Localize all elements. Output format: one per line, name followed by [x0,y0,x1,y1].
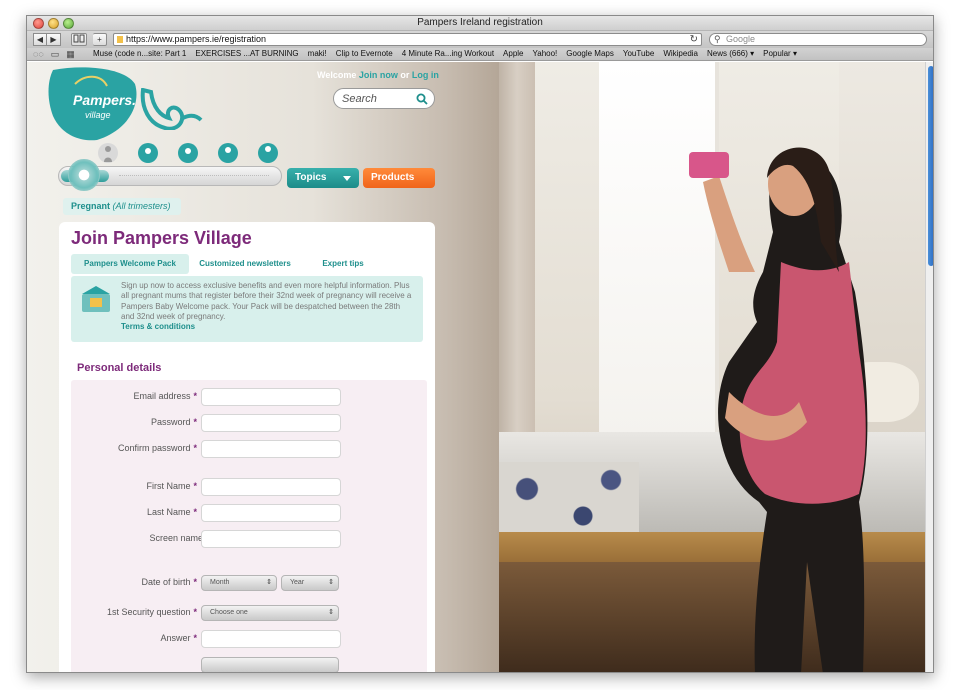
pregnancy-stage-icon[interactable] [97,142,119,164]
open-book-icon[interactable]: ▭ [51,49,60,60]
join-now-link[interactable]: Join now [359,70,398,80]
confirm-password-field[interactable] [201,440,341,458]
search-icon[interactable] [416,93,428,105]
terms-conditions-link[interactable]: Terms & conditions [121,322,195,331]
pampers-village-logo[interactable]: Pampers. village [45,64,145,142]
top-sites-grid-icon[interactable]: ▦ [66,49,75,60]
forward-button[interactable]: ▶ [47,33,61,46]
bookmark-item[interactable]: EXERCISES ...AT BURNING [195,49,298,58]
current-stage-label: Pregnant (All trimesters) [63,198,181,215]
tab-expert-tips[interactable]: Expert tips [315,254,371,274]
logo-subtext: village [85,110,111,120]
bookmark-item[interactable]: maki! [308,49,327,58]
birth-month-select[interactable]: Month ⇕ [201,575,277,591]
bookmark-item[interactable]: Google Maps [566,49,614,58]
security-question-label: 1st Security question * [106,607,197,617]
pregnant-woman-figure [689,147,868,672]
hero-photo [499,62,925,672]
window-title: Pampers Ireland registration [417,17,543,28]
first-name-field[interactable] [201,478,341,496]
chevron-down-icon [343,176,351,181]
bookmarks-bar: ◌◌ ▭ ▦ Muse (code n...site: Part 1 EXERC… [27,48,933,61]
welcome-text: Welcome [317,70,357,80]
toddler-stage-icon[interactable] [217,142,239,164]
stage-subtext: (All trimesters) [112,201,171,211]
account-links: Welcome Join now or Log in [317,70,439,80]
personal-details-heading: Personal details [77,362,162,374]
bookmark-item[interactable]: Wikipedia [663,49,698,58]
village-heart-symbol-icon [140,88,203,130]
email-label: Email address * [133,391,197,401]
address-bar[interactable]: https://www.pampers.ie/registration ↻ [113,33,702,46]
first-name-label: First Name * [146,481,197,491]
add-bookmark-button[interactable]: + [93,33,107,46]
google-search-field[interactable]: ⚲ Google [709,33,927,46]
answer-field[interactable] [201,630,341,648]
url-text: https://www.pampers.ie/registration [126,34,267,44]
bookmarks-menu-icon[interactable] [71,33,87,46]
personal-details-form: Email address * Password * Confirm passwor… [71,380,427,672]
screen-name-label: Screen name [149,533,203,543]
browser-window: Pampers Ireland registration ◀ ▶ + https… [26,15,934,673]
bookmark-item[interactable]: Yahoo! [533,49,558,58]
products-button[interactable]: Products [363,168,435,188]
reading-list-icon[interactable]: ◌◌ [33,49,44,60]
security-question-select[interactable]: Choose one ⇕ [201,605,339,621]
bookmark-item[interactable]: YouTube [623,49,654,58]
title-bar: Pampers Ireland registration [27,16,933,31]
registration-panel: Join Pampers Village Pampers Welcome Pac… [59,222,435,672]
scrollbar-thumb[interactable] [928,66,933,266]
logo-wordmark: Pampers. [73,92,137,108]
preschooler-stage-icon[interactable] [257,142,279,164]
google-search-placeholder: Google [726,34,756,44]
page-title: Join Pampers Village [71,228,252,248]
tab-newsletters[interactable]: Customized newsletters [193,254,297,274]
log-in-link[interactable]: Log in [412,70,439,80]
page-scrollbar[interactable] [925,62,933,672]
last-name-field[interactable] [201,504,341,522]
welcome-pack-description: Sign up now to access exclusive benefits… [121,281,412,322]
welcome-pack-box-icon [82,286,110,312]
birth-year-select[interactable]: Year ⇕ [281,575,339,591]
bookmark-item[interactable]: 4 Minute Ra...ing Workout [402,49,494,58]
baby-stage-icon[interactable] [177,142,199,164]
or-text: or [400,70,410,80]
bookmark-item[interactable]: Clip to Evernote [336,49,393,58]
web-page: Pampers. village Welcome Join now or Log… [27,62,925,672]
tab-welcome-pack[interactable]: Pampers Welcome Pack [71,254,189,274]
bookmark-item[interactable]: Muse (code n...site: Part 1 [93,49,186,58]
search-icon: ⚲ [714,34,721,44]
welcome-pack-info: Sign up now to access exclusive benefits… [71,276,423,342]
confirm-password-label: Confirm password * [117,443,197,453]
stage-name: Pregnant [71,201,111,211]
email-field[interactable] [201,388,341,406]
bookmark-item[interactable]: Apple [503,49,523,58]
second-security-question-select[interactable] [201,657,339,672]
site-favicon-icon [117,36,123,43]
answer-label: Answer * [160,633,197,643]
site-search-input[interactable]: Search [333,88,435,109]
last-name-label: Last Name * [146,507,197,517]
bookmark-folder[interactable]: Popular ▾ [763,49,797,58]
topics-dropdown-button[interactable]: Topics [287,168,359,188]
password-label: Password * [150,417,197,427]
products-label: Products [371,172,415,183]
back-button[interactable]: ◀ [33,33,47,46]
screen-name-field[interactable] [201,530,341,548]
life-stage-icons [95,142,285,166]
newborn-stage-icon[interactable] [137,142,159,164]
stage-slider-knob[interactable] [68,159,100,191]
browser-toolbar: ◀ ▶ + https://www.pampers.ie/registratio… [27,31,933,48]
topics-label: Topics [295,172,327,183]
reload-icon[interactable]: ↻ [690,34,698,45]
date-of-birth-label: Date of birth * [141,577,197,587]
password-field[interactable] [201,414,341,432]
bookmark-folder[interactable]: News (666) ▾ [707,49,754,58]
site-search-placeholder: Search [342,93,377,105]
